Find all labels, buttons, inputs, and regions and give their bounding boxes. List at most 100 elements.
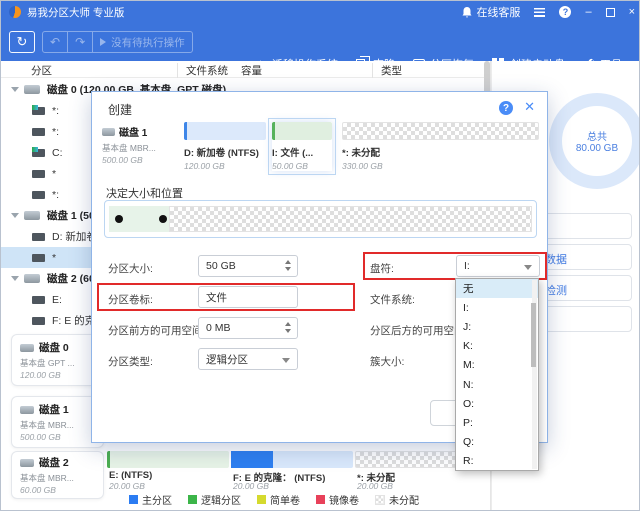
play-icon	[100, 38, 106, 46]
cluster-size-label: 簇大小:	[370, 354, 404, 369]
disk-layout-strip: 磁盘 1 基本盘 MBR... 500.00 GB D: 新加卷 (NTFS) …	[102, 122, 539, 170]
disk-icon	[102, 128, 115, 136]
chevron-down-icon	[524, 265, 532, 270]
partition-segment-unallocated[interactable]	[355, 451, 471, 468]
section-title: 决定大小和位置	[106, 185, 183, 201]
app-window: 易我分区大师 专业版 在线客服 ? – × ↻ ↶ ↷ 没有待执行操作 ⇆	[0, 0, 640, 511]
partition-icon	[32, 149, 45, 157]
slider-unallocated-range	[169, 206, 532, 232]
partition-icon	[32, 107, 45, 115]
partition-icon	[32, 233, 45, 241]
col-capacity: 容量	[241, 63, 262, 78]
maximize-button[interactable]	[606, 8, 615, 17]
online-service-button[interactable]: 在线客服	[462, 4, 520, 20]
dialog-title: 创建	[108, 101, 132, 118]
chevron-down-icon	[282, 358, 290, 363]
col-partition: 分区	[31, 63, 52, 78]
dropdown-option-none[interactable]: 无	[456, 279, 538, 298]
space-after-label: 分区后方的可用空间:	[370, 323, 467, 338]
app-logo-icon	[9, 6, 21, 18]
dropdown-option[interactable]: P:	[456, 413, 538, 432]
dropdown-option[interactable]: O:	[456, 394, 538, 413]
legend-color-swatch	[316, 495, 325, 504]
title-bar: 易我分区大师 专业版 在线客服 ? – ×	[1, 1, 640, 23]
partition-icon	[32, 170, 45, 178]
refresh-button[interactable]: ↻	[9, 31, 35, 53]
partition-type-select[interactable]: 逻辑分区	[198, 348, 298, 370]
legend-color-swatch	[129, 495, 138, 504]
dropdown-option[interactable]: Q:	[456, 433, 538, 452]
volume-label-input[interactable]: 文件	[198, 286, 298, 308]
redo-button[interactable]: ↷	[67, 32, 92, 52]
slider-handle-left[interactable]	[115, 215, 123, 223]
legend-mirror: 镜像卷	[316, 492, 359, 507]
dialog-help-icon[interactable]: ?	[499, 101, 513, 115]
space-before-label: 分区前方的可用空间:	[108, 323, 205, 338]
window-title: 易我分区大师 专业版	[27, 5, 124, 20]
disk-map-row-disk2[interactable]: 磁盘 2 基本盘 MBR... 60.00 GB E: (NTFS) 20.00…	[9, 451, 633, 491]
pending-operations-button[interactable]: 没有待执行操作	[92, 32, 192, 52]
list-icon	[534, 8, 545, 17]
partition-icon	[32, 191, 45, 199]
disk-icon	[24, 85, 40, 94]
dialog-close-icon[interactable]: ✕	[524, 99, 535, 115]
capacity-donut-chart: 总共 80.00 GB	[549, 93, 640, 189]
partition-icon	[32, 296, 45, 304]
dropdown-option[interactable]: N:	[456, 375, 538, 394]
stepper-icon[interactable]	[285, 260, 291, 271]
stepper-icon[interactable]	[285, 322, 291, 333]
col-type: 类型	[372, 63, 402, 78]
dropdown-option[interactable]: J:	[456, 317, 538, 336]
col-filesystem: 文件系统	[177, 63, 228, 78]
disk-icon	[20, 344, 34, 352]
dropdown-option[interactable]: I:	[456, 298, 538, 317]
partition-icon	[32, 128, 45, 136]
minimize-button[interactable]: –	[585, 6, 591, 18]
slider-handle-right[interactable]	[159, 215, 167, 223]
operation-queue-group: ↶ ↷ 没有待执行操作	[42, 31, 193, 53]
strip-tile-i-selected[interactable]: I: 文件 (... 50.00 GB	[272, 122, 332, 171]
dropdown-option[interactable]: M:	[456, 356, 538, 375]
filesystem-label: 文件系统:	[370, 292, 415, 307]
strip-tile-d[interactable]: D: 新加卷 (NTFS) 120.00 GB	[184, 122, 266, 171]
maximize-icon	[606, 8, 615, 17]
dropdown-option[interactable]: K:	[456, 337, 538, 356]
scrollbar-thumb[interactable]	[531, 303, 536, 367]
collapse-icon[interactable]	[11, 276, 19, 281]
legend-primary: 主分区	[129, 492, 172, 507]
toolbar: ↻ ↶ ↷ 没有待执行操作 ⇆ 迁移操作系统 克隆 分区恢复	[1, 23, 640, 61]
collapse-icon[interactable]	[11, 213, 19, 218]
bell-icon	[462, 7, 472, 18]
space-before-input[interactable]: 0 MB	[198, 317, 298, 339]
strip-disk-card: 磁盘 1 基本盘 MBR... 500.00 GB	[102, 124, 174, 165]
help-button[interactable]: ?	[559, 6, 571, 18]
size-input[interactable]: 50 GB	[198, 255, 298, 277]
drive-letter-label: 盘符:	[370, 261, 394, 276]
drive-letter-select[interactable]: I:	[456, 255, 540, 277]
legend-logical: 逻辑分区	[188, 492, 241, 507]
menu-list-button[interactable]	[534, 8, 545, 17]
dropdown-scrollbar[interactable]	[532, 280, 537, 469]
disk-icon	[24, 274, 40, 283]
partition-legend: 主分区 逻辑分区 简单卷 镜像卷 未分配	[129, 492, 419, 507]
list-scrollbar[interactable]	[484, 61, 490, 95]
undo-button[interactable]: ↶	[43, 32, 67, 52]
partition-icon	[32, 254, 45, 262]
partition-segment-e[interactable]	[107, 451, 229, 468]
volume-label-label: 分区卷标:	[108, 292, 153, 307]
legend-color-swatch	[257, 495, 266, 504]
legend-unallocated: 未分配	[375, 492, 419, 507]
close-button[interactable]: ×	[629, 6, 635, 18]
strip-tile-unallocated[interactable]: *: 未分配 330.00 GB	[342, 122, 539, 171]
partition-segment-f[interactable]	[231, 451, 353, 468]
total-label: 总共	[587, 128, 607, 143]
dropdown-option[interactable]: R:	[456, 452, 538, 471]
size-position-slider[interactable]	[104, 200, 537, 238]
disk-icon	[20, 406, 34, 414]
disk-icon	[20, 459, 34, 467]
collapse-icon[interactable]	[11, 87, 19, 92]
partition-type-label: 分区类型:	[108, 354, 153, 369]
disk2-card[interactable]: 磁盘 2 基本盘 MBR... 60.00 GB	[11, 451, 104, 499]
list-header: 分区 文件系统 容量 类型	[1, 61, 490, 78]
size-label: 分区大小:	[108, 261, 153, 276]
